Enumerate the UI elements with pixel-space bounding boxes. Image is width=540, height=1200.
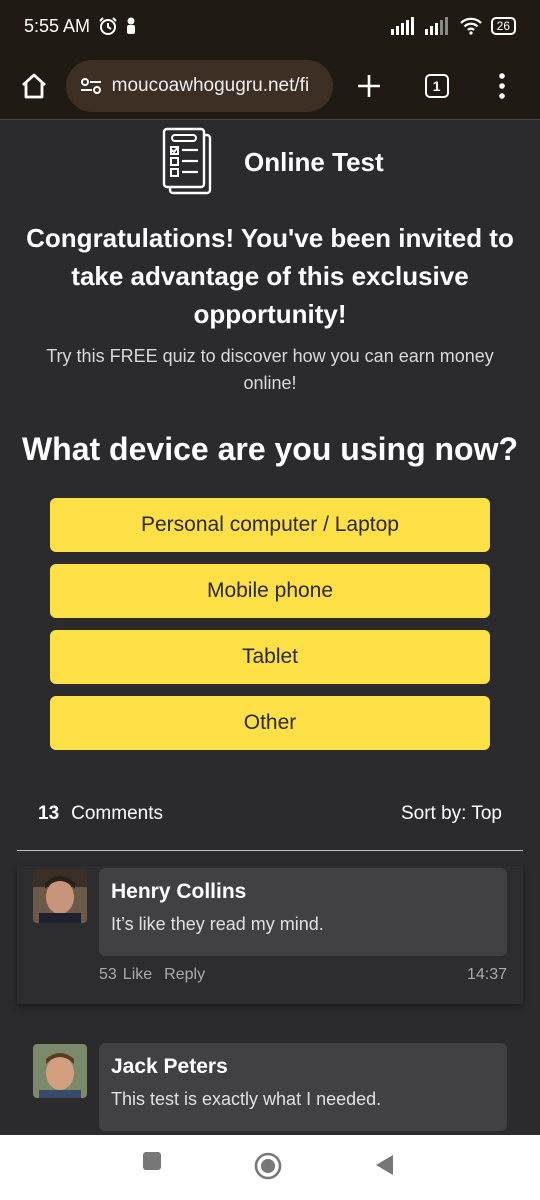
signal-icon-2 <box>424 17 448 35</box>
status-time: 5:55 AM <box>24 15 91 36</box>
page-content: Online Test Congratulations! You've been… <box>0 121 540 1135</box>
comment-meta: 53 Like Reply 14:37 <box>99 966 507 984</box>
comment-text: This test is exactly what I needed. <box>111 1089 382 1109</box>
avatar <box>33 1044 87 1098</box>
comment-time: 14:37 <box>466 966 507 983</box>
comments-header: 13 Comments Sort by: Top <box>38 803 502 825</box>
notification-icon <box>127 17 136 34</box>
site-settings-icon[interactable] <box>80 77 102 95</box>
comment-bubble: Henry Collins It’s like they read my min… <box>99 868 507 956</box>
like-count: 53 <box>99 966 117 983</box>
option-mobile-phone[interactable]: Mobile phone <box>50 564 490 618</box>
option-other[interactable]: Other <box>50 696 490 750</box>
system-nav-bar <box>0 1135 540 1200</box>
option-computer-laptop[interactable]: Personal computer / Laptop <box>50 498 490 552</box>
reply-button[interactable]: Reply <box>164 966 205 984</box>
subheadline: Try this FREE quiz to discover how you c… <box>46 346 494 393</box>
option-tablet[interactable]: Tablet <box>50 630 490 684</box>
answer-options: Personal computer / Laptop Mobile phone … <box>50 498 490 762</box>
sort-selector[interactable]: Sort by: Top <box>401 803 502 825</box>
browser-toolbar: moucoawhogugru.net/fi 1 <box>0 52 540 120</box>
browser-menu-button[interactable] <box>480 64 524 108</box>
comment-text: It’s like they read my mind. <box>111 914 324 934</box>
new-tab-button[interactable] <box>347 64 391 108</box>
home-nav-icon[interactable] <box>254 1152 282 1180</box>
checklist-icon <box>162 127 212 195</box>
back-icon[interactable] <box>373 1153 395 1177</box>
alarm-icon <box>99 17 117 35</box>
more-vert-icon <box>499 72 506 99</box>
avatar <box>33 869 87 923</box>
battery-indicator: 26 <box>490 17 516 35</box>
home-icon <box>21 73 46 98</box>
brand-title: Online Test <box>244 146 384 177</box>
tab-count: 1 <box>424 73 449 98</box>
home-button[interactable] <box>16 68 52 104</box>
comment-author[interactable]: Jack Peters <box>111 1055 495 1079</box>
headline: Congratulations! You've been invited to … <box>26 223 514 329</box>
avatar-image <box>33 869 87 923</box>
comment-bubble: Jack Peters This test is exactly what I … <box>99 1043 507 1131</box>
tab-switcher-button[interactable]: 1 <box>415 64 459 108</box>
comments-divider <box>17 850 523 851</box>
plus-icon <box>358 74 381 97</box>
address-bar[interactable]: moucoawhogugru.net/fi <box>65 59 334 112</box>
comment-item: Jack Peters This test is exactly what I … <box>17 1041 523 1135</box>
comment-item: Henry Collins It’s like they read my min… <box>17 866 523 1004</box>
signal-icon <box>390 17 414 35</box>
brand-header: Online Test <box>160 127 384 197</box>
url-text[interactable]: moucoawhogugru.net/fi <box>112 75 310 97</box>
comment-author[interactable]: Henry Collins <box>111 880 495 904</box>
like-button[interactable]: Like <box>123 966 152 984</box>
comment-count: 13 <box>38 803 60 824</box>
wifi-icon <box>459 17 482 35</box>
recents-icon[interactable] <box>142 1151 162 1171</box>
comments-label: Comments <box>71 803 163 824</box>
quiz-question: What device are you using now? <box>21 431 519 467</box>
avatar-image <box>33 1044 87 1098</box>
status-bar: 5:55 AM 26 <box>0 0 540 52</box>
